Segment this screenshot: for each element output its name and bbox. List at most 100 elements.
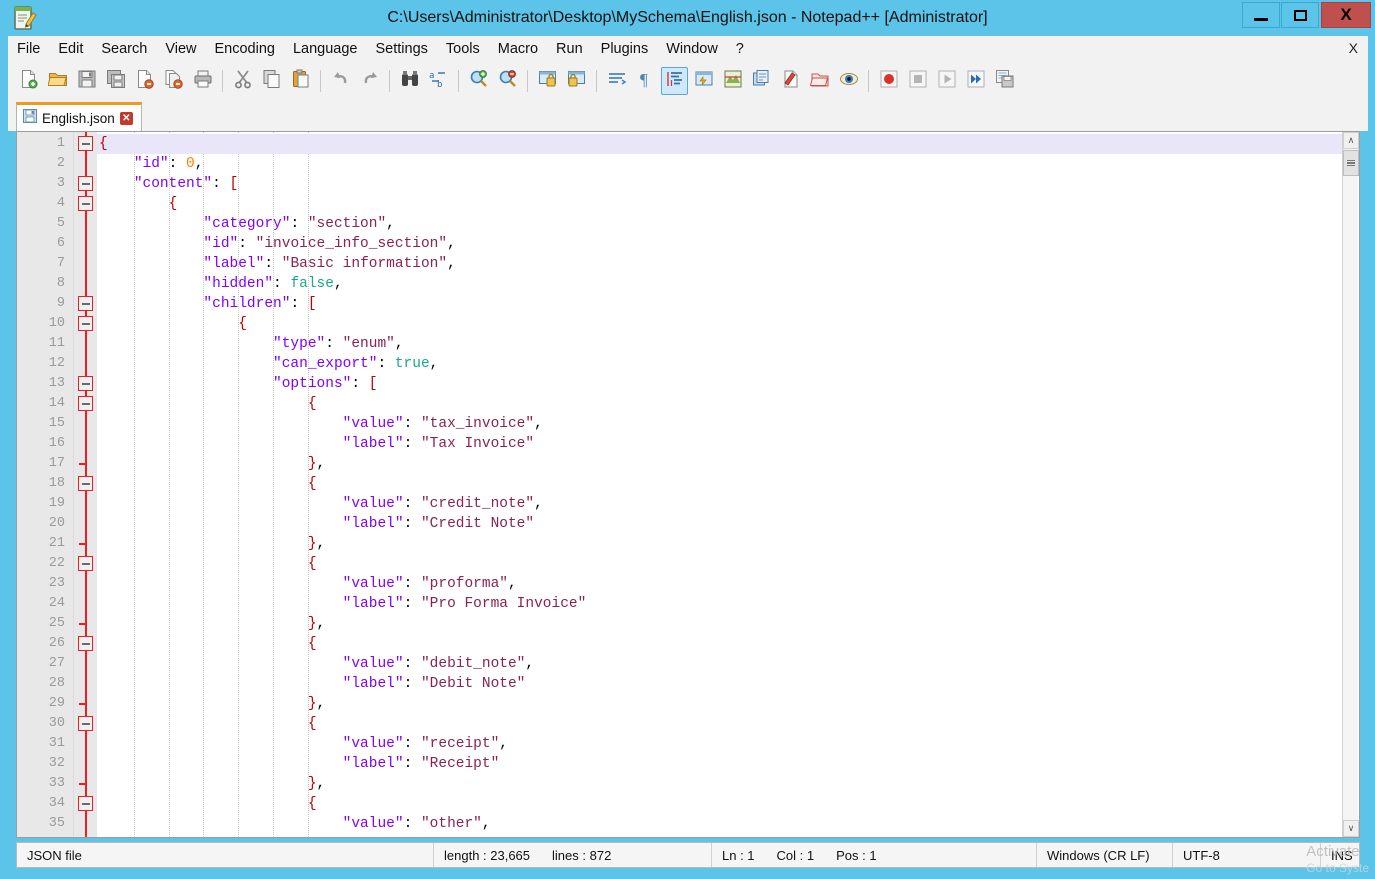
vertical-scrollbar[interactable]: ∧ ∨ [1342,132,1358,837]
code-line[interactable]: "label": "Basic information", [97,254,1359,274]
code-text[interactable]: { "id": 0, "content": [ { "category": "s… [97,132,1359,837]
code-line[interactable]: "label": "Pro Forma Invoice" [97,594,1359,614]
toolbar-button-zoom-out[interactable] [494,67,521,95]
code-line[interactable]: "label": "Debit Note" [97,674,1359,694]
toolbar-button-print[interactable] [189,67,216,95]
toolbar-button-sync-horizontal-scroll[interactable] [563,67,590,95]
fold-collapse-box[interactable] [78,136,93,151]
menu-item-search[interactable]: Search [92,39,156,59]
toolbar-button-function-list[interactable] [748,67,775,95]
toolbar-button-stop-macro[interactable] [904,67,931,95]
close-document-x-icon[interactable]: X [1349,40,1358,56]
code-line[interactable]: "value": "other", [97,814,1359,834]
code-line[interactable]: "hidden": false, [97,274,1359,294]
fold-collapse-box[interactable] [78,556,93,571]
status-eol-format[interactable]: Windows (CR LF) [1037,843,1173,867]
fold-collapse-box[interactable] [78,716,93,731]
code-line[interactable]: { [97,194,1359,214]
status-insert-mode[interactable]: INS [1321,843,1359,867]
code-line[interactable]: "value": "debit_note", [97,654,1359,674]
toolbar-button-document-map[interactable] [719,67,746,95]
code-line[interactable]: "options": [ [97,374,1359,394]
fold-collapse-box[interactable] [78,396,93,411]
code-line[interactable]: "type": "enum", [97,334,1359,354]
menu-item-edit[interactable]: Edit [49,39,92,59]
toolbar-button-record-macro[interactable] [875,67,902,95]
code-line[interactable]: { [97,394,1359,414]
code-line[interactable]: "id": "invoice_info_section", [97,234,1359,254]
tab-close-icon[interactable]: ✕ [120,112,133,125]
code-line[interactable]: }, [97,774,1359,794]
toolbar-button-save[interactable] [73,67,100,95]
code-line[interactable]: "category": "section", [97,214,1359,234]
scrollbar-thumb[interactable] [1343,150,1359,176]
menu-item-plugins[interactable]: Plugins [592,39,658,59]
code-line[interactable]: { [97,714,1359,734]
code-line[interactable]: "value": "credit_note", [97,494,1359,514]
toolbar-button-undo-arrow[interactable] [327,67,354,95]
toolbar-button-redo-arrow[interactable] [356,67,383,95]
toolbar-button-sync-vertical-scroll[interactable] [534,67,561,95]
menu-item-file[interactable]: File [8,39,49,59]
fold-collapse-box[interactable] [78,196,93,211]
toolbar-button-open-folder-red[interactable] [806,67,833,95]
menu-item-language[interactable]: Language [284,39,367,59]
toolbar-button-cut-scissors[interactable] [229,67,256,95]
menu-item-run[interactable]: Run [547,39,592,59]
toolbar-button-replace[interactable]: ab [425,67,452,95]
toolbar-button-user-defined-dialog[interactable] [690,67,717,95]
menu-item-settings[interactable]: Settings [366,39,436,59]
code-line[interactable]: { [97,794,1359,814]
code-line[interactable]: "children": [ [97,294,1359,314]
toolbar-button-run-macro-multiple[interactable] [962,67,989,95]
menu-item-view[interactable]: View [156,39,205,59]
code-line[interactable]: }, [97,454,1359,474]
toolbar-button-show-indent-guide[interactable] [661,67,688,95]
menu-item-encoding[interactable]: Encoding [206,39,284,59]
toolbar-button-zoom-in[interactable] [465,67,492,95]
toolbar-button-find-binoculars[interactable] [396,67,423,95]
menu-item-macro[interactable]: Macro [489,39,547,59]
code-line[interactable]: }, [97,614,1359,634]
scroll-down-arrow-icon[interactable]: ∨ [1343,820,1359,837]
toolbar-button-save-macro[interactable] [991,67,1018,95]
fold-collapse-box[interactable] [78,796,93,811]
menu-item-tools[interactable]: Tools [437,39,489,59]
code-line[interactable]: "content": [ [97,174,1359,194]
menu-item-[interactable]: ? [727,39,753,59]
status-encoding[interactable]: UTF-8 [1173,843,1321,867]
fold-margin[interactable] [73,132,97,837]
toolbar-button-copy[interactable] [258,67,285,95]
toolbar-button-paste-clipboard[interactable] [287,67,314,95]
code-line[interactable]: "value": "tax_invoice", [97,414,1359,434]
code-line[interactable]: }, [97,694,1359,714]
code-line[interactable]: "can_export": true, [97,354,1359,374]
maximize-button[interactable] [1281,2,1319,28]
code-line[interactable]: "value": "proforma", [97,574,1359,594]
toolbar-button-show-all-chars[interactable]: ¶ [632,67,659,95]
fold-collapse-box[interactable] [78,636,93,651]
toolbar-button-monitoring-eye[interactable] [835,67,862,95]
code-line[interactable]: "id": 0, [97,154,1359,174]
code-line[interactable]: "label": "Tax Invoice" [97,434,1359,454]
editor-area[interactable]: 1234567891011121314151617181920212223242… [16,131,1360,838]
toolbar-button-save-all[interactable] [102,67,129,95]
close-window-button[interactable]: X [1321,2,1371,28]
code-line[interactable]: { [97,634,1359,654]
toolbar-button-close-all-files[interactable] [160,67,187,95]
code-line[interactable]: }, [97,534,1359,554]
code-line[interactable]: "label": "Credit Note" [97,514,1359,534]
code-line[interactable]: "value": "receipt", [97,734,1359,754]
menu-item-window[interactable]: Window [657,39,727,59]
code-line[interactable]: { [97,554,1359,574]
fold-collapse-box[interactable] [78,316,93,331]
toolbar-button-word-wrap[interactable] [603,67,630,95]
toolbar-button-open-folder[interactable] [44,67,71,95]
tab-english-json[interactable]: English.json ✕ [16,102,142,131]
toolbar-button-play-macro[interactable] [933,67,960,95]
fold-collapse-box[interactable] [78,296,93,311]
fold-collapse-box[interactable] [78,476,93,491]
fold-collapse-box[interactable] [78,176,93,191]
minimize-button[interactable] [1242,2,1280,28]
toolbar-button-folder-as-workspace[interactable] [777,67,804,95]
